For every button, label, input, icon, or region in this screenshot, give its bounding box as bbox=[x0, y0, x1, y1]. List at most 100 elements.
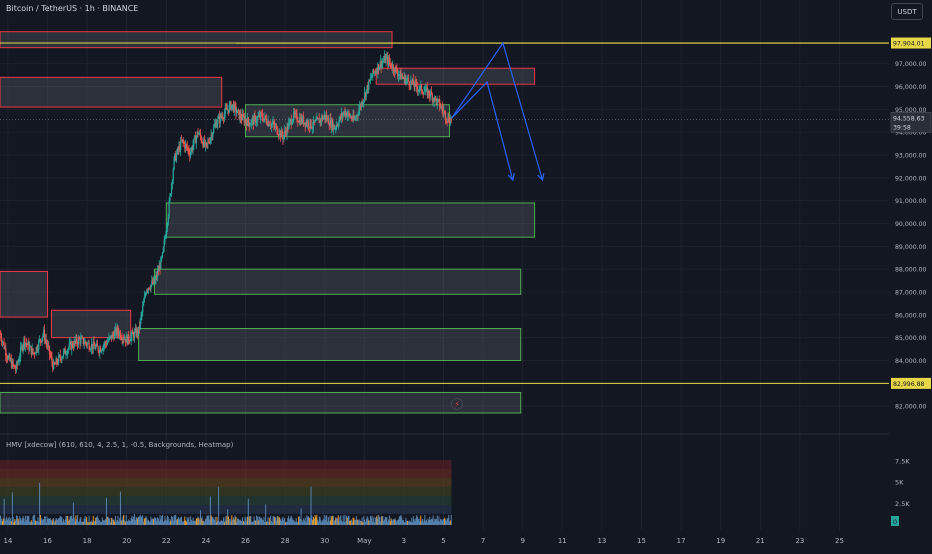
candle-body bbox=[25, 343, 27, 345]
candle-body bbox=[17, 361, 19, 365]
candle-body bbox=[257, 116, 259, 118]
last-price-label: 94,558.63 bbox=[893, 115, 925, 122]
candle-body bbox=[363, 99, 365, 103]
x-tick-label: 15 bbox=[637, 537, 646, 545]
candle-body bbox=[162, 247, 164, 253]
candle-body bbox=[76, 337, 78, 344]
candle-body bbox=[109, 336, 111, 338]
candle-body bbox=[222, 116, 224, 119]
candle-body bbox=[408, 81, 410, 86]
candle-body bbox=[107, 340, 109, 343]
candle-body bbox=[428, 90, 430, 95]
candle-body bbox=[327, 117, 329, 125]
volume-heatmap-band bbox=[0, 460, 452, 469]
candle-body bbox=[39, 339, 42, 341]
candle-body bbox=[144, 294, 146, 297]
candle-body bbox=[296, 113, 298, 121]
demand-zone[interactable] bbox=[165, 202, 536, 238]
candle-body bbox=[67, 350, 69, 355]
demand-zone[interactable] bbox=[153, 268, 522, 295]
candle-body bbox=[354, 118, 357, 119]
candle-body bbox=[14, 365, 16, 369]
chart-root[interactable]: 97,000.00 96,000.00 95,000.00 94,000.00 93,0… bbox=[0, 0, 932, 550]
candle-body bbox=[434, 96, 437, 99]
supply-zone[interactable] bbox=[0, 76, 223, 108]
candle-body bbox=[297, 120, 299, 123]
y-tick-label: 96,000.00 bbox=[895, 84, 927, 91]
candle-body bbox=[189, 152, 192, 157]
x-tick-label: 22 bbox=[162, 537, 171, 545]
candle-body bbox=[19, 356, 21, 361]
supply-zone[interactable] bbox=[0, 31, 393, 49]
candle-body bbox=[448, 116, 450, 122]
candle-body bbox=[261, 113, 263, 119]
candle-body bbox=[129, 341, 131, 342]
chart-canvas[interactable]: 97,000.0096,000.0095,000.0094,000.0093,0… bbox=[0, 0, 932, 550]
candle-body bbox=[169, 194, 171, 201]
y-tick-label: 89,000.00 bbox=[895, 244, 927, 251]
demand-zone[interactable] bbox=[138, 328, 522, 361]
flash-icon[interactable]: ⚡ bbox=[451, 398, 463, 410]
candle-body bbox=[170, 183, 173, 194]
candle-body bbox=[307, 121, 310, 128]
supply-zone[interactable] bbox=[0, 270, 49, 318]
candle-body bbox=[405, 79, 407, 84]
candle-body bbox=[251, 120, 253, 125]
candle-body bbox=[166, 228, 168, 235]
candle-body bbox=[342, 113, 344, 117]
candle-body bbox=[62, 351, 65, 357]
candle-body bbox=[378, 66, 381, 70]
candle-body bbox=[444, 111, 446, 112]
candle-body bbox=[56, 358, 58, 364]
y-tick-label: 87,000.00 bbox=[895, 289, 927, 296]
candle-body bbox=[365, 89, 367, 98]
candle-body bbox=[193, 138, 195, 146]
candle-body bbox=[5, 348, 7, 356]
candle-body bbox=[32, 348, 34, 353]
candle-body bbox=[148, 287, 150, 289]
candle-body bbox=[57, 355, 60, 364]
candle-body bbox=[265, 118, 268, 124]
candle-body bbox=[48, 345, 50, 347]
candle-body bbox=[281, 130, 283, 136]
currency-button[interactable]: USDT bbox=[891, 3, 923, 20]
candle-body bbox=[247, 117, 249, 123]
demand-zone[interactable] bbox=[0, 391, 522, 414]
x-tick-label: 23 bbox=[795, 537, 804, 545]
candle-body bbox=[49, 354, 51, 356]
candle-body bbox=[385, 57, 387, 63]
candle-body bbox=[333, 124, 335, 129]
candle-body bbox=[93, 341, 95, 347]
candle-body bbox=[82, 337, 84, 345]
candle-body bbox=[130, 335, 132, 342]
candle-body bbox=[167, 215, 169, 224]
y-tick-label: 93,000.00 bbox=[895, 152, 927, 159]
chart-title: Bitcoin / TetherUS · 1h · BINANCE bbox=[6, 4, 139, 13]
y-tick-label: 90,000.00 bbox=[895, 221, 927, 228]
candle-body bbox=[201, 141, 203, 143]
indicator-title[interactable]: HMV [xdecow] (610, 610, 4, 2.5, 1, -0.5,… bbox=[6, 441, 233, 449]
candle-body bbox=[95, 346, 97, 349]
x-tick-label: 21 bbox=[756, 537, 765, 545]
candle-body bbox=[175, 153, 178, 161]
x-tick-label: 13 bbox=[597, 537, 606, 545]
candle-body bbox=[416, 82, 418, 88]
candle-body bbox=[165, 234, 167, 238]
candle-body bbox=[114, 331, 116, 339]
candle-body bbox=[53, 362, 56, 365]
candle-body bbox=[41, 338, 43, 342]
candle-body bbox=[383, 60, 385, 62]
candle-body bbox=[438, 99, 440, 100]
candle-body bbox=[187, 148, 189, 150]
candle-body bbox=[182, 139, 184, 142]
candle-body bbox=[276, 126, 278, 134]
candle-body bbox=[142, 301, 145, 306]
candle-body bbox=[50, 355, 52, 357]
candle-body bbox=[156, 270, 159, 277]
candle-body bbox=[231, 104, 233, 110]
candle-body bbox=[424, 90, 426, 92]
candle-body bbox=[240, 113, 242, 119]
x-tick-label: 25 bbox=[835, 537, 844, 545]
candle-body bbox=[439, 99, 441, 108]
candle-body bbox=[263, 118, 265, 122]
